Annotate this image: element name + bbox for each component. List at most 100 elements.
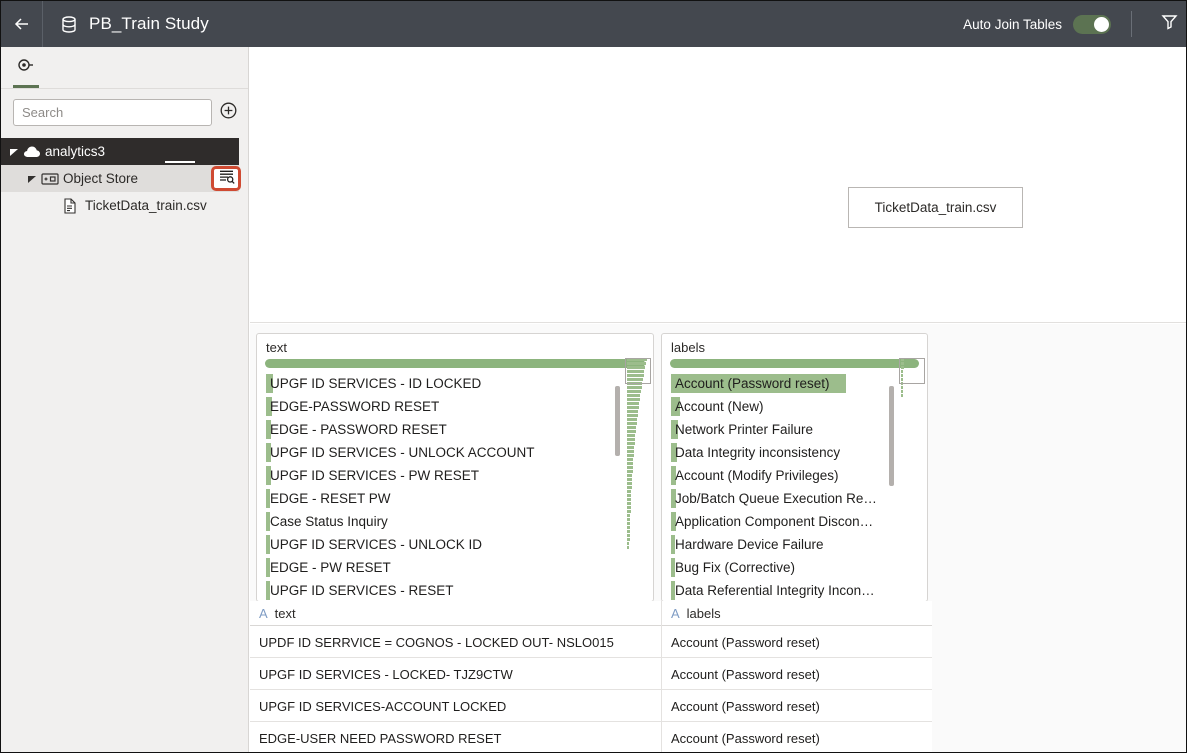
histogram-bar bbox=[627, 470, 633, 473]
page-title: PB_Train Study bbox=[89, 14, 209, 33]
card-title: text bbox=[266, 340, 287, 355]
value-list-item[interactable]: Hardware Device Failure bbox=[662, 533, 927, 556]
value-list-item[interactable]: Network Printer Failure bbox=[662, 418, 927, 441]
card-title: labels bbox=[671, 340, 705, 355]
join-canvas[interactable]: TicketData_train.csv bbox=[250, 47, 1186, 323]
value-list-item[interactable]: Case Status Inquiry bbox=[257, 510, 653, 533]
arrow-left-icon bbox=[12, 14, 32, 34]
data-source-tree: analytics3 Object Store TicketData_train… bbox=[1, 136, 248, 219]
column-header-text[interactable]: A text bbox=[250, 601, 662, 626]
cloud-icon bbox=[23, 145, 45, 158]
value-list-item[interactable]: EDGE - PW RESET bbox=[257, 556, 653, 579]
histogram-selection-box[interactable] bbox=[899, 358, 925, 384]
column-profile-card-labels: labels Account (Password reset) Account (… bbox=[661, 333, 928, 602]
value-list-item-label: UPGF ID SERVICES - UNLOCK ID bbox=[270, 537, 483, 552]
value-list-item[interactable]: Account (Modify Privileges) bbox=[662, 464, 927, 487]
caret-down-icon[interactable] bbox=[9, 147, 23, 157]
histogram-bar bbox=[627, 474, 633, 477]
table-row[interactable]: EDGE-USER NEED PASSWORD RESET Account (Pa… bbox=[250, 722, 932, 752]
card-summary-bar bbox=[265, 359, 645, 368]
histogram-bar bbox=[627, 398, 640, 401]
histogram-selection-box[interactable] bbox=[625, 358, 651, 384]
list-search-icon bbox=[218, 169, 235, 189]
data-grid-header: A text A labels bbox=[250, 601, 932, 626]
tree-node-ticketdata-train-csv[interactable]: TicketData_train.csv bbox=[1, 192, 239, 219]
value-list-scrollbar[interactable] bbox=[615, 386, 620, 456]
histogram-bar bbox=[627, 386, 642, 389]
histogram-bar bbox=[627, 426, 637, 429]
value-list-item[interactable]: UPGF ID SERVICES - PW RESET bbox=[257, 464, 653, 487]
auto-join-toggle[interactable] bbox=[1073, 14, 1111, 34]
column-profile-card-text: text UPGF ID SERVICES - ID LOCKED EDGE-PA… bbox=[256, 333, 654, 602]
distribution-histogram[interactable] bbox=[627, 358, 649, 550]
histogram-bar bbox=[627, 422, 637, 425]
value-list-item-label: UPGF ID SERVICES - ID LOCKED bbox=[270, 376, 482, 391]
histogram-bar bbox=[627, 402, 640, 405]
plus-circle-icon bbox=[219, 101, 238, 125]
value-list-item-label: Case Status Inquiry bbox=[270, 514, 388, 529]
value-list-item[interactable]: Account (New) bbox=[662, 395, 927, 418]
sidebar-tab-data-sources[interactable] bbox=[1, 47, 49, 88]
inspect-data-button[interactable] bbox=[211, 166, 241, 191]
histogram-bar bbox=[627, 414, 638, 417]
value-list-item-label: Network Printer Failure bbox=[675, 422, 814, 437]
histogram-bar bbox=[627, 446, 635, 449]
tree-node-analytics3[interactable]: analytics3 bbox=[1, 138, 239, 165]
value-list-item[interactable]: UPGF ID SERVICES - UNLOCK ACCOUNT bbox=[257, 441, 653, 464]
value-list-item[interactable]: UPGF ID SERVICES - ID LOCKED bbox=[257, 372, 653, 395]
histogram-bar bbox=[627, 526, 630, 529]
histogram-bar bbox=[627, 390, 641, 393]
table-cell: UPGF ID SERVICES-ACCOUNT LOCKED bbox=[250, 690, 662, 722]
search-input[interactable] bbox=[13, 99, 212, 126]
table-cell: EDGE-USER NEED PASSWORD RESET bbox=[250, 722, 662, 752]
table-row[interactable]: UPGF ID SERVICES - LOCKED- TJZ9CTW Accoun… bbox=[250, 658, 932, 690]
text-type-icon: A bbox=[259, 606, 268, 621]
value-list-item[interactable]: UPGF ID SERVICES - UNLOCK ID bbox=[257, 533, 653, 556]
sidebar-tab-active-indicator bbox=[13, 85, 39, 88]
value-list-item-label: Account (Modify Privileges) bbox=[675, 468, 839, 483]
histogram-bar bbox=[627, 506, 631, 509]
caret-down-icon[interactable] bbox=[27, 174, 41, 184]
histogram-bar bbox=[627, 438, 635, 441]
value-list-item[interactable]: EDGE - PASSWORD RESET bbox=[257, 418, 653, 441]
value-list-item[interactable]: Job/Batch Queue Execution Re… bbox=[662, 487, 927, 510]
filter-icon bbox=[1160, 13, 1178, 35]
histogram-bar bbox=[627, 514, 631, 517]
table-row[interactable]: UPDF ID SERRVICE = COGNOS - LOCKED OUT- … bbox=[250, 626, 932, 658]
histogram-bar bbox=[627, 442, 635, 445]
sidebar: analytics3 Object Store bbox=[1, 47, 249, 752]
filter-button[interactable] bbox=[1150, 1, 1186, 47]
histogram-bar bbox=[627, 450, 634, 453]
histogram-bar bbox=[627, 462, 633, 465]
tree-node-object-store[interactable]: Object Store bbox=[1, 165, 241, 192]
value-list-scrollbar[interactable] bbox=[889, 386, 894, 486]
canvas-table-node[interactable]: TicketData_train.csv bbox=[848, 187, 1023, 228]
tree-node-label: Object Store bbox=[63, 171, 139, 186]
value-list-item[interactable]: Data Referential Integrity Incon… bbox=[662, 579, 927, 601]
value-list-item[interactable]: EDGE - RESET PW bbox=[257, 487, 653, 510]
value-list-item-label: UPGF ID SERVICES - PW RESET bbox=[270, 468, 480, 483]
histogram-bar bbox=[627, 482, 632, 485]
value-list-item[interactable]: EDGE-PASSWORD RESET bbox=[257, 395, 653, 418]
value-list-item[interactable]: Application Component Discon… bbox=[662, 510, 927, 533]
add-data-source-button[interactable] bbox=[212, 99, 244, 126]
column-header-labels[interactable]: A labels bbox=[662, 601, 932, 626]
table-row[interactable]: UPGF ID SERVICES-ACCOUNT LOCKED Account (… bbox=[250, 690, 932, 722]
histogram-bar bbox=[627, 434, 636, 437]
histogram-bar bbox=[901, 390, 903, 393]
table-cell: UPDF ID SERRVICE = COGNOS - LOCKED OUT- … bbox=[250, 626, 662, 658]
value-list-item-label: EDGE - RESET PW bbox=[270, 491, 391, 506]
histogram-bar bbox=[901, 394, 903, 397]
histogram-bar bbox=[627, 518, 631, 521]
lower-pane: text UPGF ID SERVICES - ID LOCKED EDGE-PA… bbox=[250, 324, 1186, 752]
value-list[interactable]: Account (Password reset) Account (New) Net… bbox=[662, 372, 927, 601]
value-list-item-label: Account (New) bbox=[675, 399, 764, 414]
value-list[interactable]: UPGF ID SERVICES - ID LOCKED EDGE-PASSWOR… bbox=[257, 372, 653, 601]
histogram-bar bbox=[901, 386, 903, 389]
value-list-item[interactable]: Data Integrity inconsistency bbox=[662, 441, 927, 464]
back-button[interactable] bbox=[1, 1, 42, 47]
value-list-item[interactable]: Account (Password reset) bbox=[662, 372, 927, 395]
value-list-item[interactable]: UPGF ID SERVICES - RESET bbox=[257, 579, 653, 601]
value-list-item[interactable]: Bug Fix (Corrective) bbox=[662, 556, 927, 579]
histogram-bar bbox=[627, 466, 633, 469]
